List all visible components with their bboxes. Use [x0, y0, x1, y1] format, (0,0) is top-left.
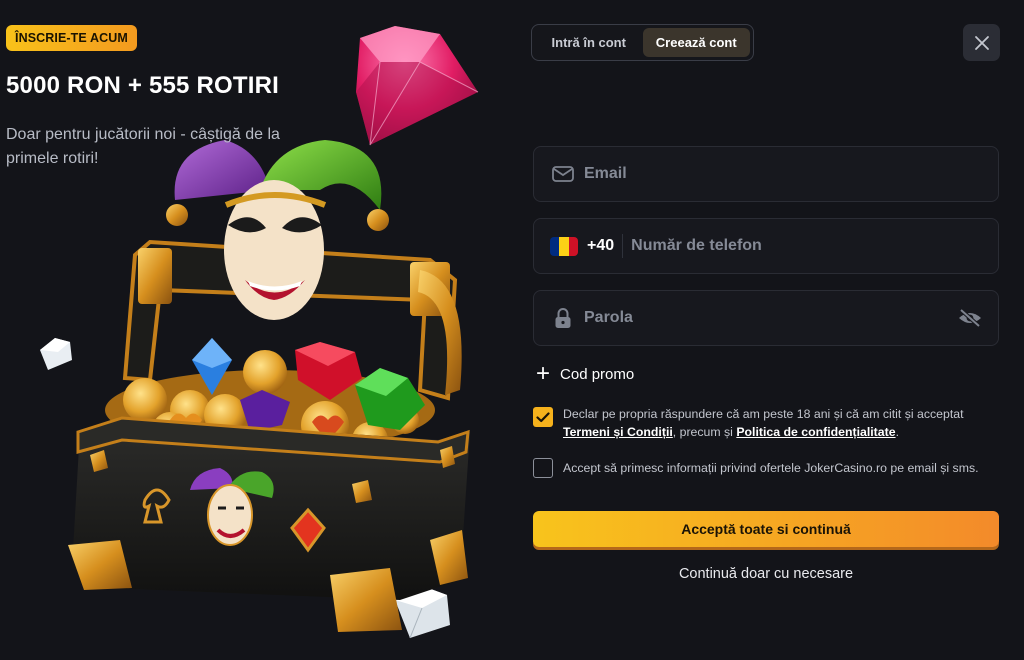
- phone-field: +40: [533, 218, 999, 274]
- signup-now-badge[interactable]: ÎNSCRIE-TE ACUM: [6, 25, 137, 51]
- terms-checkbox[interactable]: [533, 407, 553, 427]
- eye-slash-icon[interactable]: [950, 298, 990, 338]
- auth-tabs: Intră în cont Creează cont: [531, 24, 754, 61]
- continue-necessary-only-link[interactable]: Continuă doar cu necesare: [533, 566, 999, 582]
- terms-consent-text: Declar pe propria răspundere că am peste…: [563, 407, 964, 439]
- pink-diamond-icon: [356, 26, 479, 146]
- white-gem-icon: [40, 338, 72, 370]
- password-field: [533, 290, 999, 346]
- tab-login[interactable]: Intră în cont: [535, 28, 643, 57]
- plus-icon: +: [536, 360, 551, 387]
- promo-title: 5000 RON + 555 ROTIRI: [6, 72, 279, 99]
- privacy-policy-link[interactable]: Politica de confidențialitate: [736, 425, 895, 439]
- email-field: [533, 146, 999, 202]
- promo-panel: ÎNSCRIE-TE ACUM 5000 RON + 555 ROTIRI Do…: [0, 0, 500, 660]
- close-button[interactable]: [963, 24, 1000, 61]
- terms-link[interactable]: Termeni și Condiții: [563, 425, 673, 439]
- marketing-consent-text: Accept să primesc informații privind ofe…: [563, 461, 979, 475]
- phone-input[interactable]: [631, 219, 998, 273]
- terms-consent-row: Declar pe propria răspundere că am peste…: [533, 405, 993, 441]
- romania-flag-icon[interactable]: [550, 236, 578, 256]
- envelope-icon: [550, 161, 576, 187]
- email-input[interactable]: [584, 147, 998, 201]
- promo-code-label: Cod promo: [560, 365, 635, 383]
- checkmark-icon: [536, 411, 550, 422]
- phone-separator: [622, 234, 624, 258]
- lock-icon: [550, 305, 576, 331]
- tab-register[interactable]: Creează cont: [642, 28, 750, 57]
- close-icon: [974, 35, 989, 50]
- phone-prefix[interactable]: +40: [587, 237, 614, 255]
- marketing-checkbox[interactable]: [533, 458, 553, 478]
- promo-subtitle: Doar pentru jucătorii noi - câștigă de l…: [6, 126, 280, 167]
- accept-all-continue-button[interactable]: Acceptă toate si continuă: [533, 511, 999, 547]
- password-input[interactable]: [584, 291, 950, 345]
- promo-code-toggle[interactable]: + Cod promo: [536, 360, 635, 387]
- marketing-consent-row: Accept să primesc informații privind ofe…: [533, 456, 993, 478]
